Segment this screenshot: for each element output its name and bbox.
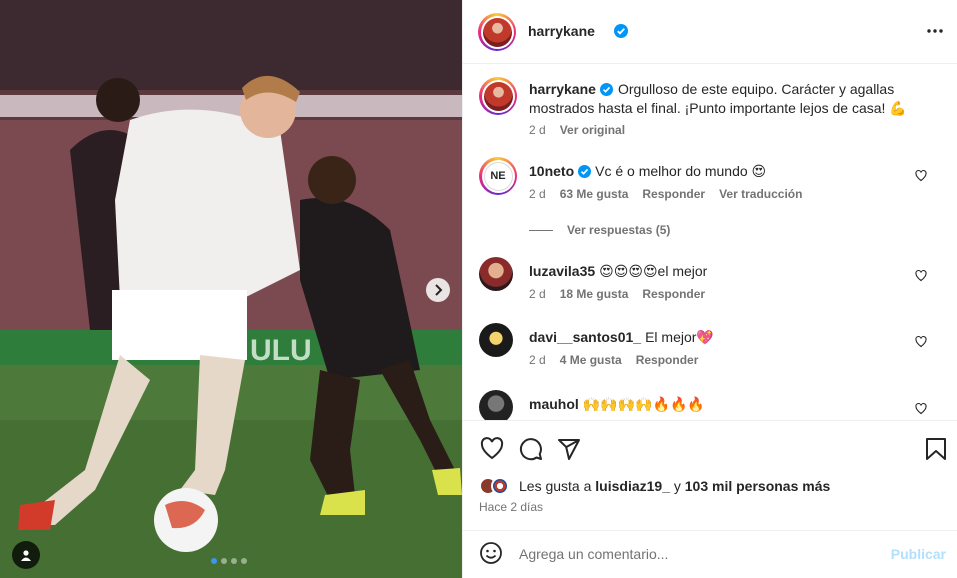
post-media[interactable]: ULU	[0, 0, 462, 578]
verified-badge-icon	[578, 165, 592, 178]
comment-likes[interactable]: 18 Me gusta	[560, 287, 629, 301]
heart-icon[interactable]	[915, 336, 927, 348]
commenter-username[interactable]: luzavila35	[529, 263, 595, 279]
heart-icon[interactable]	[915, 403, 927, 415]
next-photo-button[interactable]	[426, 278, 450, 302]
replies-divider	[529, 229, 553, 231]
commenter-username[interactable]: mauhol	[529, 396, 579, 412]
comments-list[interactable]: harrykane Orgulloso de este equipo. Carác…	[463, 65, 957, 420]
reply-button[interactable]: Responder	[642, 287, 705, 301]
comment-meta: 2 d 63 Me gusta Responder Ver traducción	[529, 187, 802, 201]
caption-username[interactable]: harrykane	[529, 81, 596, 97]
like-heart-icon[interactable]	[479, 437, 505, 461]
comment-content: Vc é o melhor do mundo 😍	[595, 163, 767, 179]
post-header: harrykane	[463, 0, 957, 64]
comment-item: NE 10neto Vc é o melhor do mundo 😍 2 d 63…	[479, 157, 949, 217]
carousel-dots	[211, 558, 247, 564]
commenter-avatar[interactable]	[479, 257, 513, 291]
post-timestamp[interactable]: Hace 2 días	[479, 500, 543, 514]
carousel-dot	[241, 558, 247, 564]
comment-time: 2 d	[529, 353, 546, 367]
commenter-username[interactable]: 10neto	[529, 163, 574, 179]
save-bookmark-icon[interactable]	[925, 437, 947, 461]
author-avatar[interactable]	[478, 13, 516, 51]
comment-likes[interactable]: 4 Me gusta	[560, 353, 622, 367]
view-replies-button[interactable]: Ver respuestas (5)	[529, 223, 670, 237]
view-replies-label[interactable]: Ver respuestas (5)	[567, 223, 670, 237]
comment-bubble-icon[interactable]	[519, 437, 543, 461]
comment-input[interactable]	[519, 542, 879, 566]
comment-content: 🙌🙌🙌🙌🔥🔥🔥	[582, 396, 705, 412]
likes-prefix: Les gusta a	[519, 478, 592, 494]
comment-item: mauhol 🙌🙌🙌🙌🔥🔥🔥	[479, 390, 949, 420]
caption-meta: 2 d Ver original	[529, 123, 625, 137]
comment-text: luzavila35 😍😍😍😍el mejor	[529, 262, 924, 281]
more-horizontal-icon[interactable]	[926, 22, 944, 40]
comment-time: 2 d	[529, 187, 546, 201]
likes-joiner: y	[673, 478, 681, 494]
carousel-dot	[231, 558, 237, 564]
likers-avatars	[479, 477, 513, 495]
verified-badge-icon	[599, 83, 613, 96]
commenter-avatar[interactable]	[479, 323, 513, 357]
emoji-icon[interactable]	[479, 541, 503, 565]
heart-icon[interactable]	[915, 270, 927, 282]
caption-text: harrykane Orgulloso de este equipo. Carác…	[529, 80, 924, 118]
comment-text: 10neto Vc é o melhor do mundo 😍	[529, 162, 924, 181]
comment-composer: Publicar	[463, 530, 957, 578]
post-photo: ULU	[0, 0, 462, 578]
carousel-dot	[221, 558, 227, 564]
commenter-username[interactable]: davi__santos01_	[529, 329, 641, 345]
reply-button[interactable]: Responder	[636, 353, 699, 367]
comment-content: El mejor💖	[645, 329, 714, 345]
carousel-dot	[211, 558, 217, 564]
liker-username[interactable]: luisdiaz19_	[595, 478, 670, 494]
comment-text: davi__santos01_ El mejor💖	[529, 328, 924, 347]
caption: harrykane Orgulloso de este equipo. Carác…	[479, 77, 949, 147]
heart-icon[interactable]	[915, 170, 927, 182]
commenter-avatar[interactable]	[479, 390, 513, 420]
publish-button[interactable]: Publicar	[891, 546, 946, 562]
comment-text: mauhol 🙌🙌🙌🙌🔥🔥🔥	[529, 395, 924, 414]
comment-meta: 2 d 18 Me gusta Responder	[529, 287, 705, 301]
commenter-avatar[interactable]: NE	[479, 157, 517, 195]
tagged-users-button[interactable]	[12, 541, 40, 569]
verified-badge-icon	[614, 24, 628, 38]
svg-text:ULU: ULU	[250, 334, 312, 367]
post-actions: Les gusta a luisdiaz19_ y 103 mil person…	[463, 420, 957, 530]
author-avatar[interactable]	[479, 77, 517, 115]
caption-time: 2 d	[529, 123, 546, 137]
comment-content: 😍😍😍😍el mejor	[599, 263, 708, 279]
post-panel: harrykane harrykane Orgulloso de este equ…	[462, 0, 957, 578]
chevron-right-icon	[435, 284, 443, 296]
comment-meta: 2 d 4 Me gusta Responder	[529, 353, 698, 367]
comment-likes[interactable]: 63 Me gusta	[560, 187, 629, 201]
see-translation-link[interactable]: Ver traducción	[719, 187, 802, 201]
user-icon	[21, 550, 31, 561]
author-username[interactable]: harrykane	[528, 23, 595, 39]
comment-item: davi__santos01_ El mejor💖 2 d 4 Me gusta …	[479, 323, 949, 373]
comment-item: luzavila35 😍😍😍😍el mejor 2 d 18 Me gusta R…	[479, 257, 949, 307]
share-send-icon[interactable]	[557, 437, 581, 461]
see-original-link[interactable]: Ver original	[560, 123, 625, 137]
likes-others[interactable]: 103 mil personas más	[685, 478, 831, 494]
likes-summary[interactable]: Les gusta a luisdiaz19_ y 103 mil person…	[479, 477, 830, 495]
reply-button[interactable]: Responder	[642, 187, 705, 201]
comment-time: 2 d	[529, 287, 546, 301]
